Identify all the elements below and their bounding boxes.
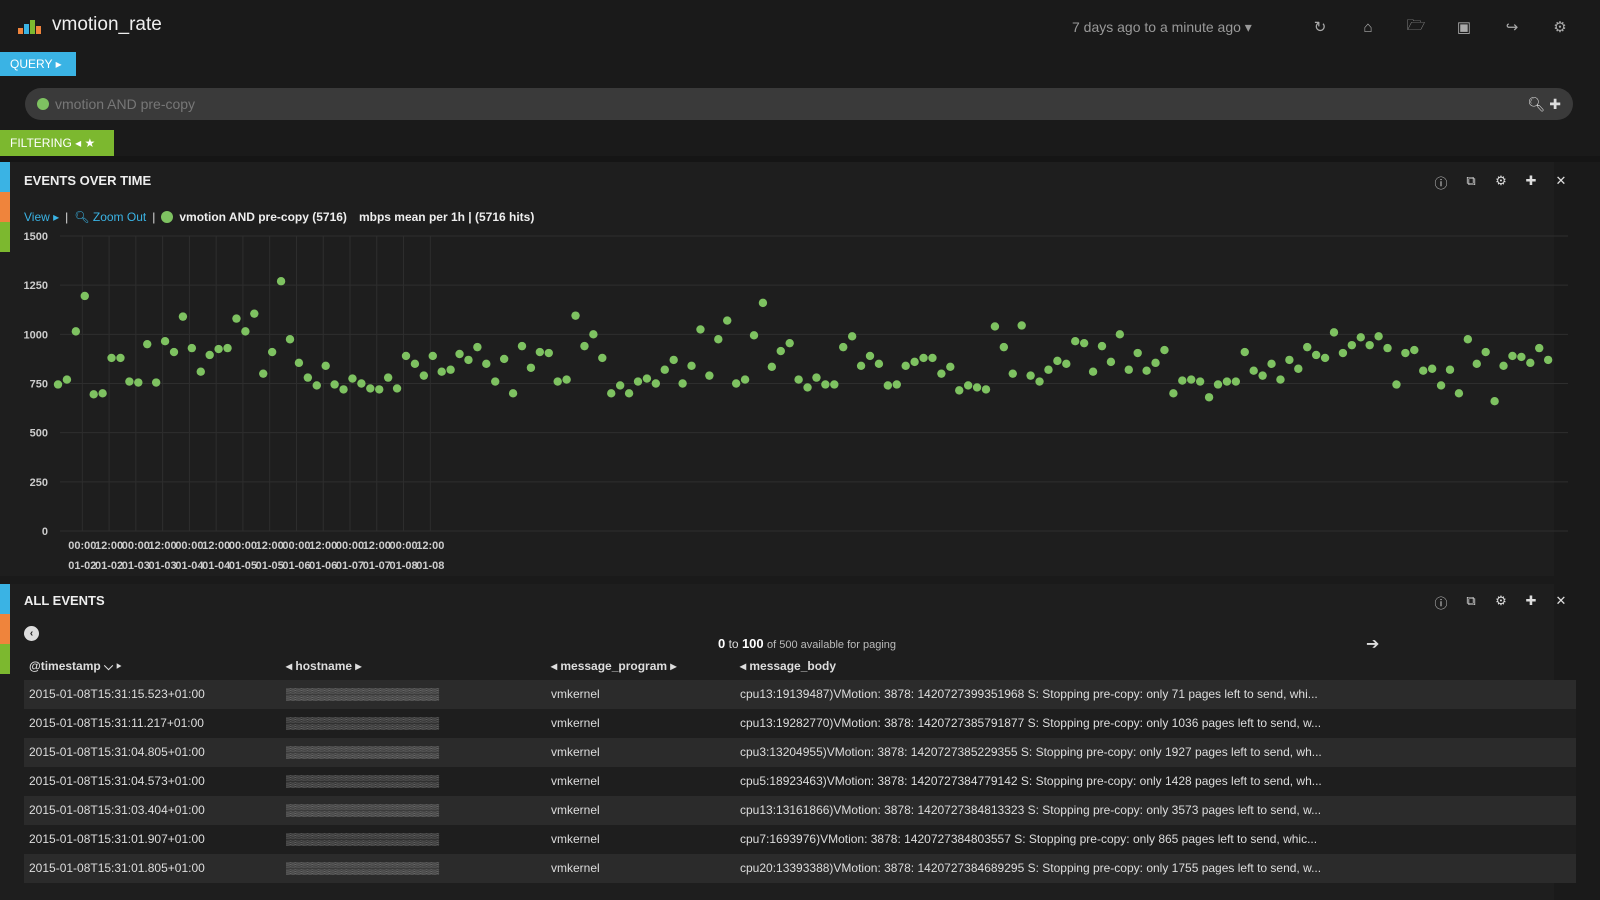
pager-to: 100 [741,636,764,651]
brand[interactable]: vmotion_rate [18,14,162,36]
cell-message-body: cpu5:18923463)VMotion: 3878: 14207273847… [740,774,1322,788]
dashboard-title: vmotion_rate [52,14,162,35]
pager-from: 0 [718,636,726,651]
cell-timestamp: 2015-01-08T15:31:03.404+01:00 [29,803,205,817]
cell-message-program: vmkernel [551,745,600,759]
cell-message-program: vmkernel [551,861,600,875]
pager: 0 to 100 of 500 available for paging [718,636,896,651]
series-color-dot[interactable] [161,211,174,223]
cell-message-body: cpu13:19282770)VMotion: 3878: 1420727385… [740,716,1322,730]
cell-message-body: cpu13:13161866)VMotion: 3878: 1420727384… [740,803,1322,817]
cell-hostname: ▒▒▒▒▒▒▒▒▒▒▒▒▒▒▒▒▒▒ [286,861,440,875]
cell-message-program: vmkernel [551,774,600,788]
table-row[interactable]: 2015-01-08T15:31:03.404+01:00 ▒▒▒▒▒▒▒▒▒▒▒… [24,796,1576,825]
home-icon[interactable]: ⌂ [1344,15,1392,39]
timerange-picker[interactable]: 7 days ago to a minute ago ▾ [1072,19,1252,36]
close-icon[interactable]: ✕ [1546,593,1576,612]
all-events-tools: ⓘ ⧉ ⚙ ✚ ✕ [1426,593,1576,612]
table-row[interactable]: 2015-01-08T15:31:04.573+01:00 ▒▒▒▒▒▒▒▒▒▒▒… [24,767,1576,796]
zoom-out-label: Zoom Out [92,210,147,224]
inspect-icon[interactable]: ⧉ [1456,593,1486,612]
query-tab[interactable]: QUERY ▸ [0,52,76,76]
table-row[interactable]: 2015-01-08T15:31:01.805+01:00 ▒▒▒▒▒▒▒▒▒▒▒… [24,854,1576,883]
share-icon[interactable]: ↪ [1488,15,1536,39]
table-row[interactable]: 2015-01-08T15:31:15.523+01:00 ▒▒▒▒▒▒▒▒▒▒▒… [24,680,1576,709]
cell-timestamp: 2015-01-08T15:31:04.573+01:00 [29,774,205,788]
all-events-title: ALL EVENTS [24,593,105,608]
table-row[interactable]: 2015-01-08T15:31:11.217+01:00 ▒▒▒▒▒▒▒▒▒▒▒… [24,709,1576,738]
col-message-body[interactable]: ◂ message_body [740,659,836,673]
cell-hostname: ▒▒▒▒▒▒▒▒▒▒▒▒▒▒▒▒▒▒ [286,716,440,730]
metric-label: mbps mean per 1h | (5716 hits) [358,210,535,224]
move-icon[interactable]: ✚ [1516,173,1546,192]
info-icon[interactable]: ⓘ [1426,593,1456,612]
filtering-tab[interactable]: FILTERING ◂ ★ [0,130,114,156]
table-row[interactable]: 2015-01-08T15:31:04.805+01:00 ▒▒▒▒▒▒▒▒▒▒▒… [24,738,1576,767]
events-over-time-title: EVENTS OVER TIME [24,173,152,188]
cell-hostname: ▒▒▒▒▒▒▒▒▒▒▒▒▒▒▒▒▒▒ [286,832,440,846]
cell-timestamp: 2015-01-08T15:31:04.805+01:00 [29,745,205,759]
search-icon[interactable]: 🔍︎ [1527,96,1545,113]
cell-message-body: cpu3:13204955)VMotion: 3878: 14207273852… [740,745,1322,759]
pager-to-word: to [728,637,739,651]
separator: | [152,210,156,224]
events-over-time-tools: ⓘ ⧉ ⚙ ✚ ✕ [1426,173,1576,192]
view-link[interactable]: View ▸ [24,210,59,224]
row-stripe-green [0,644,10,674]
cell-hostname: ▒▒▒▒▒▒▒▒▒▒▒▒▒▒▒▒▒▒ [286,774,440,788]
cell-message-program: vmkernel [551,716,600,730]
cell-timestamp: 2015-01-08T15:31:01.805+01:00 [29,861,205,875]
fields-toggle-icon[interactable]: ‹ [24,626,39,641]
refresh-icon[interactable]: ↻ [1296,15,1344,39]
query-actions: 🔍︎ ✚ [1527,96,1561,113]
col-message-program[interactable]: ◂ message_program ▸ [551,659,676,673]
cell-message-body: cpu7:1693976)VMotion: 3878: 142072738480… [740,832,1318,846]
next-page-icon[interactable]: ➔ [1366,634,1379,654]
events-over-time-panel [0,162,1554,576]
query-input[interactable]: vmotion AND pre-copy 🔍︎ ✚ [25,88,1573,120]
query-color-dot[interactable] [37,98,49,110]
series-label: vmotion AND pre-copy (5716) [179,210,347,224]
chart-legend: View ▸ | 🔍︎ Zoom Out | vmotion AND pre-c… [24,210,534,224]
query-row: vmotion AND pre-copy 🔍︎ ✚ [0,76,1600,130]
col-hostname[interactable]: ◂ hostname ▸ [286,659,361,673]
cell-message-body: cpu13:19139487)VMotion: 3878: 1420727399… [740,687,1318,701]
table-row[interactable]: 2015-01-08T15:31:01.907+01:00 ▒▒▒▒▒▒▒▒▒▒▒… [24,825,1576,854]
cell-hostname: ▒▒▒▒▒▒▒▒▒▒▒▒▒▒▒▒▒▒ [286,803,440,817]
cell-hostname: ▒▒▒▒▒▒▒▒▒▒▒▒▒▒▒▒▒▒ [286,745,440,759]
top-navbar: vmotion_rate 7 days ago to a minute ago … [0,0,1600,52]
pager-rest: of 500 available for paging [766,639,897,651]
kibana-logo-icon [18,16,46,34]
inspect-icon[interactable]: ⧉ [1456,173,1486,192]
add-query-icon[interactable]: ✚ [1549,96,1561,113]
cell-timestamp: 2015-01-08T15:31:15.523+01:00 [29,687,205,701]
move-icon[interactable]: ✚ [1516,593,1546,612]
info-icon[interactable]: ⓘ [1426,173,1456,192]
cell-message-program: vmkernel [551,687,600,701]
row-stripe-green [0,222,10,252]
cell-timestamp: 2015-01-08T15:31:01.907+01:00 [29,832,205,846]
col-timestamp[interactable]: @timestamp ⌵ ▸ [29,659,121,674]
row-stripe-blue [0,162,10,192]
cell-message-body: cpu20:13393388)VMotion: 3878: 1420727384… [740,861,1322,875]
row-stripe-orange [0,192,10,222]
events-table-header: @timestamp ⌵ ▸ ◂ hostname ▸ ◂ message_pr… [24,655,1576,679]
row-stripe-orange [0,614,10,644]
settings-icon[interactable]: ⚙ [1486,173,1516,192]
row-stripe-blue [0,584,10,614]
save-icon[interactable]: ▣ [1440,15,1488,39]
query-text: vmotion AND pre-copy [55,96,196,112]
close-icon[interactable]: ✕ [1546,173,1576,192]
gear-icon[interactable]: ⚙ [1536,15,1584,39]
settings-icon[interactable]: ⚙ [1486,593,1516,612]
zoom-out-link[interactable]: 🔍︎ Zoom Out [74,210,146,224]
cell-message-program: vmkernel [551,803,600,817]
cell-timestamp: 2015-01-08T15:31:11.217+01:00 [29,716,204,730]
cell-hostname: ▒▒▒▒▒▒▒▒▒▒▒▒▒▒▒▒▒▒ [286,687,440,701]
folder-icon[interactable]: 🗁 [1392,15,1440,39]
separator: | [65,210,69,224]
nav-icons: ↻ ⌂ 🗁 ▣ ↪ ⚙ [1296,15,1584,39]
cell-message-program: vmkernel [551,832,600,846]
